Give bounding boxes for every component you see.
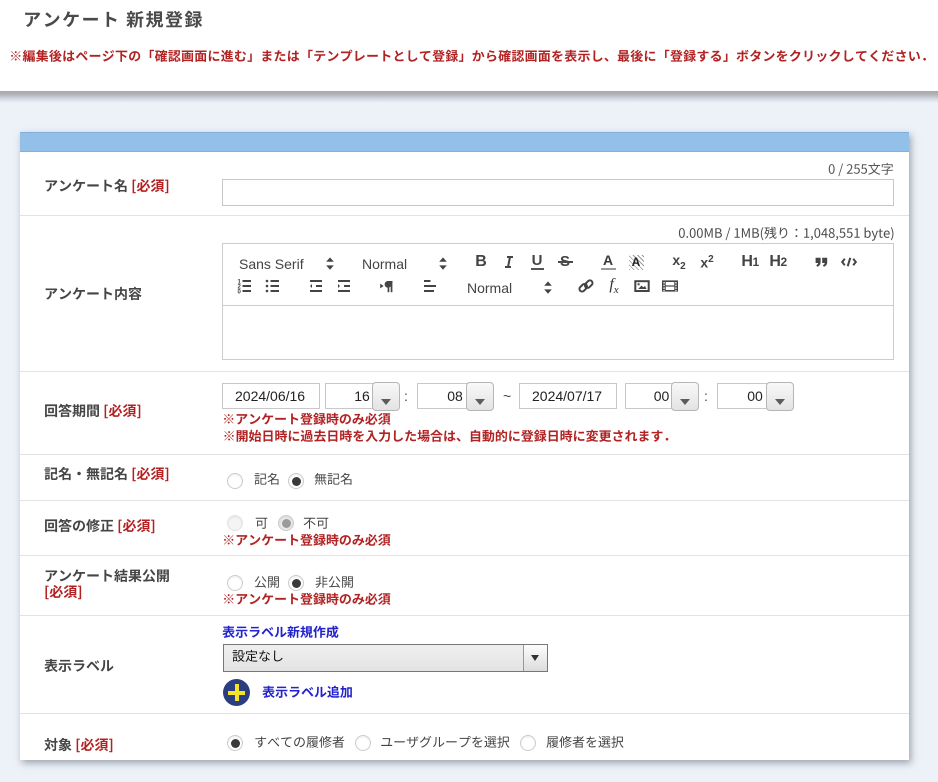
svg-text:0: 0	[238, 290, 242, 296]
